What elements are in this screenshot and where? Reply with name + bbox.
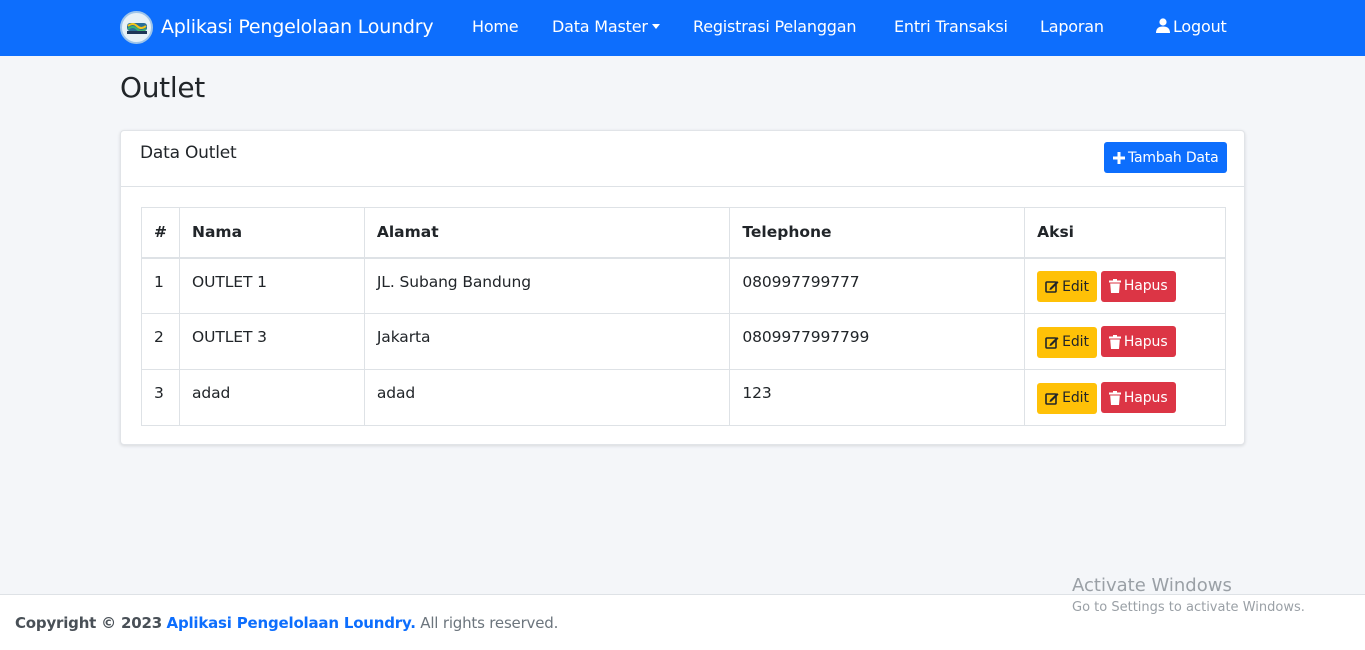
header-alamat: Alamat xyxy=(363,207,731,259)
add-data-button[interactable]: Tambah Data xyxy=(1104,142,1228,173)
cell-alamat: Jakarta xyxy=(363,313,731,370)
edit-button[interactable]: Edit xyxy=(1037,271,1097,302)
cell-aksi: Edit Hapus xyxy=(1024,313,1226,370)
plus-icon xyxy=(1113,151,1125,164)
edit-icon xyxy=(1045,392,1059,405)
edit-icon xyxy=(1045,336,1059,349)
delete-label: Hapus xyxy=(1123,389,1168,406)
cell-telephone: 080997799777 xyxy=(729,257,1026,314)
cell-alamat: adad xyxy=(363,369,731,426)
delete-button[interactable]: Hapus xyxy=(1100,382,1176,413)
brand[interactable]: Aplikasi Pengelolaan Loundry xyxy=(120,10,434,44)
cell-aksi: Edit Hapus xyxy=(1024,369,1226,426)
nav-data-master-label: Data Master xyxy=(552,17,648,36)
card-header: Data Outlet Tambah Data xyxy=(121,131,1244,187)
table-row: 3 adad adad 123 Edit Hapus xyxy=(141,369,1226,426)
table-row: 1 OUTLET 1 JL. Subang Bandung 0809977997… xyxy=(141,257,1226,314)
activate-windows-subtitle: Go to Settings to activate Windows. xyxy=(1072,600,1305,615)
nav-home[interactable]: Home xyxy=(472,17,519,36)
cell-nama: adad xyxy=(179,369,365,426)
delete-label: Hapus xyxy=(1123,333,1168,350)
outlet-table: # Nama Alamat Telephone Aksi 1 OUTLET 1 … xyxy=(141,207,1226,426)
header-nama: Nama xyxy=(179,207,365,259)
footer-copyright-prefix: Copyright © 2023 xyxy=(15,614,162,632)
cell-number: 2 xyxy=(141,313,180,370)
edit-button[interactable]: Edit xyxy=(1037,326,1097,358)
nav-data-master[interactable]: Data Master xyxy=(552,17,660,36)
cell-telephone: 0809977997799 xyxy=(729,313,1026,370)
table-header-row: # Nama Alamat Telephone Aksi xyxy=(141,207,1226,259)
card-title: Data Outlet xyxy=(140,143,237,163)
table-row: 2 OUTLET 3 Jakarta 0809977997799 Edit Ha… xyxy=(141,313,1226,370)
delete-button[interactable]: Hapus xyxy=(1100,270,1176,302)
cell-number: 3 xyxy=(141,369,180,426)
cell-alamat: JL. Subang Bandung xyxy=(363,257,731,314)
user-icon xyxy=(1156,18,1170,37)
cell-nama: OUTLET 1 xyxy=(179,257,365,314)
trash-icon xyxy=(1108,334,1121,349)
trash-icon xyxy=(1108,279,1121,293)
laundry-logo-icon xyxy=(120,10,153,44)
activate-windows-title: Activate Windows xyxy=(1072,575,1232,596)
trash-icon xyxy=(1108,390,1121,405)
edit-icon xyxy=(1045,281,1059,293)
edit-label: Edit xyxy=(1062,278,1089,295)
outlet-card: Data Outlet Tambah Data # Nama Alamat Te… xyxy=(120,130,1245,445)
footer-app-link[interactable]: Aplikasi Pengelolaan Loundry. xyxy=(167,614,416,632)
cell-telephone: 123 xyxy=(729,369,1026,426)
logout-label: Logout xyxy=(1173,17,1227,36)
page-title: Outlet xyxy=(120,71,205,104)
header-telephone: Telephone xyxy=(729,207,1026,259)
footer-copyright: Copyright © 2023 Aplikasi Pengelolaan Lo… xyxy=(15,614,558,632)
cell-number: 1 xyxy=(141,257,180,314)
cell-nama: OUTLET 3 xyxy=(179,313,365,370)
edit-button[interactable]: Edit xyxy=(1037,382,1097,414)
delete-label: Hapus xyxy=(1123,278,1168,294)
navbar: Aplikasi Pengelolaan Loundry Home Data M… xyxy=(0,0,1365,56)
caret-down-icon xyxy=(651,24,660,29)
brand-title: Aplikasi Pengelolaan Loundry xyxy=(161,16,434,38)
footer-rights: All rights reserved. xyxy=(420,614,559,632)
nav-laporan[interactable]: Laporan xyxy=(1040,17,1104,36)
nav-registrasi-pelanggan[interactable]: Registrasi Pelanggan xyxy=(693,17,856,36)
edit-label: Edit xyxy=(1062,390,1089,406)
nav-entri-transaksi[interactable]: Entri Transaksi xyxy=(894,17,1008,36)
delete-button[interactable]: Hapus xyxy=(1100,326,1176,357)
add-data-label: Tambah Data xyxy=(1128,149,1219,166)
edit-label: Edit xyxy=(1062,334,1089,350)
logout-link[interactable]: Logout xyxy=(1156,17,1227,37)
header-aksi: Aksi xyxy=(1024,207,1226,259)
cell-aksi: Edit Hapus xyxy=(1024,257,1226,314)
header-number: # xyxy=(141,207,180,259)
